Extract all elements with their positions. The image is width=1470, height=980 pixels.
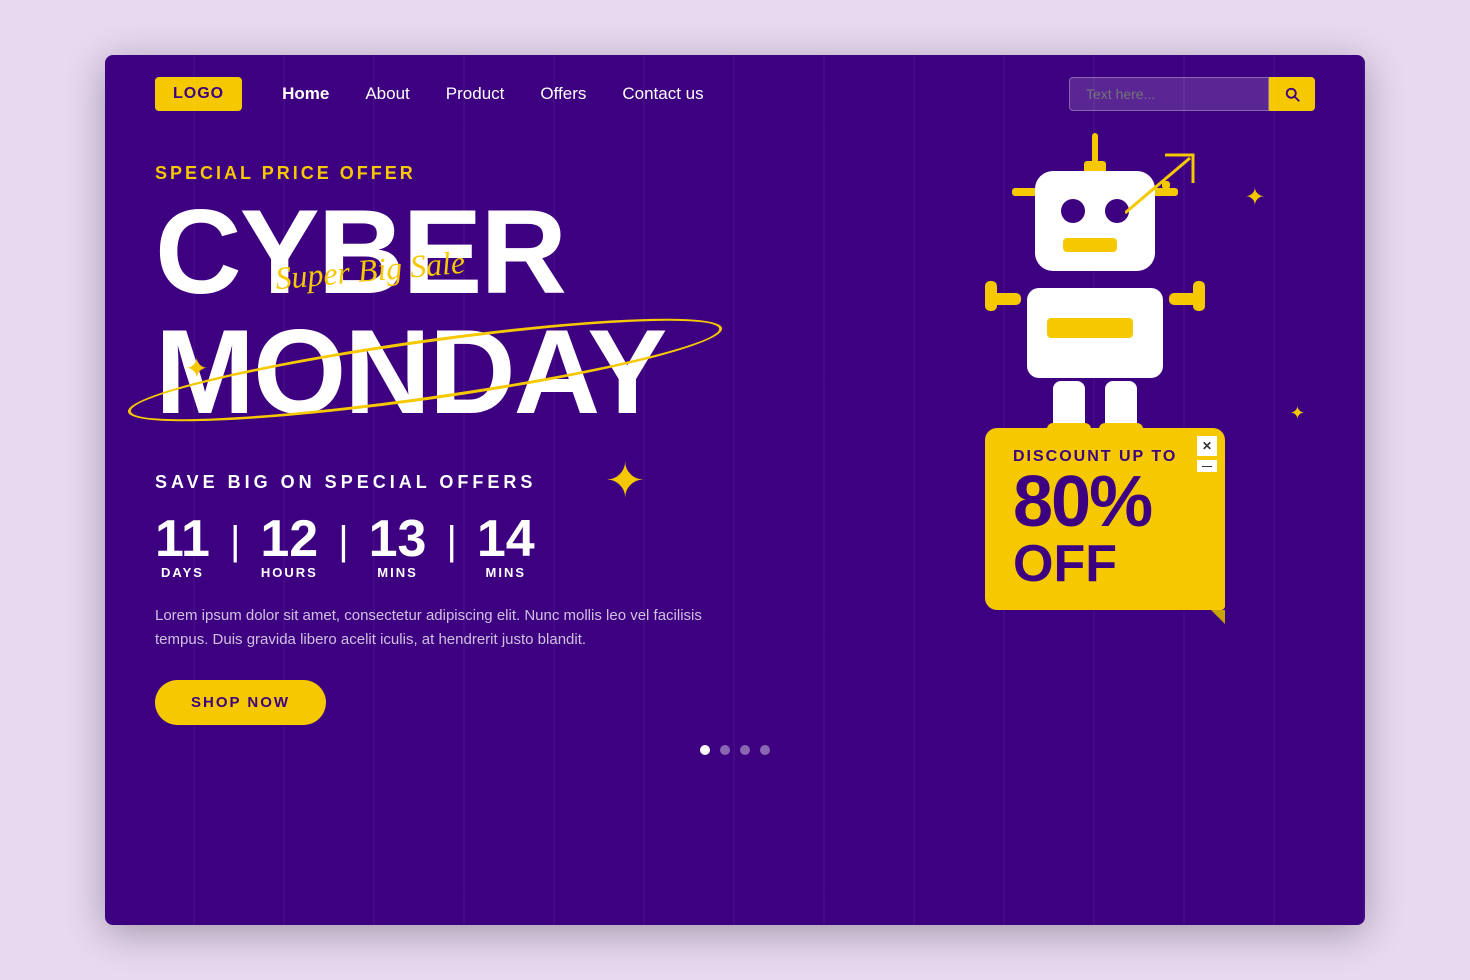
divider3: | <box>446 519 456 574</box>
nav-links: Home About Product Offers Contact us <box>282 84 1069 104</box>
hours-number: 12 <box>260 513 318 565</box>
countdown-mins1: 13 MINS <box>349 513 447 580</box>
cyber-text: CYBER <box>155 192 895 312</box>
monday-text: MONDAY <box>155 312 895 432</box>
divider2: | <box>338 519 348 574</box>
sparkle-icon-2: ✦ <box>1290 403 1305 424</box>
days-label: DAYS <box>161 565 204 580</box>
lorem-description: Lorem ipsum dolor sit amet, consectetur … <box>155 604 715 652</box>
mins2-label: MINS <box>486 565 527 580</box>
nav-about[interactable]: About <box>365 84 409 103</box>
star-decoration: ✦ <box>605 453 645 509</box>
hours-label: HOURS <box>261 565 318 580</box>
orbit-star: ✦ <box>185 355 208 383</box>
main-title: CYBER Super Big Sale MONDAY ✦ <box>155 192 895 432</box>
dot-2[interactable] <box>720 745 730 755</box>
dots-pagination <box>105 725 1365 770</box>
discount-off: OFF <box>1013 538 1197 590</box>
hero-left: SPECIAL PRICE OFFER CYBER Super Big Sale… <box>155 153 895 725</box>
nav-product[interactable]: Product <box>446 84 505 103</box>
nav-contact[interactable]: Contact us <box>622 84 703 103</box>
sparkle-icon-1: ✦ <box>1245 183 1265 212</box>
nav-offers[interactable]: Offers <box>540 84 586 103</box>
discount-card: ✕ — DISCOUNT UP TO 80% OFF <box>985 428 1225 610</box>
hero-right: ✦ ✦ <box>895 153 1315 610</box>
page-wrapper: LOGO Home About Product Offers Contact u… <box>105 55 1365 925</box>
mins1-number: 13 <box>369 513 427 565</box>
divider1: | <box>230 519 240 574</box>
days-number: 11 <box>155 513 210 565</box>
mins2-number: 14 <box>477 513 535 565</box>
search-icon <box>1283 85 1301 103</box>
dot-4[interactable] <box>760 745 770 755</box>
countdown-mins2: 14 MINS <box>457 513 555 580</box>
logo[interactable]: LOGO <box>155 77 242 111</box>
countdown-hours: 12 HOURS <box>240 513 338 580</box>
dot-3[interactable] <box>740 745 750 755</box>
arrow-decoration <box>1125 153 1205 235</box>
search-bar <box>1069 77 1315 111</box>
mins1-label: MINS <box>377 565 418 580</box>
hero-section: SPECIAL PRICE OFFER CYBER Super Big Sale… <box>105 133 1365 725</box>
countdown: 11 DAYS | 12 HOURS | 13 MINS | 14 MINS <box>155 513 895 580</box>
dot-1[interactable] <box>700 745 710 755</box>
close-button[interactable]: ✕ <box>1197 436 1217 456</box>
special-offer-label: SPECIAL PRICE OFFER <box>155 163 895 184</box>
nav-home[interactable]: Home <box>282 84 329 103</box>
minimize-button[interactable]: — <box>1197 460 1217 472</box>
search-button[interactable] <box>1269 77 1315 111</box>
shop-now-button[interactable]: SHOP NOW <box>155 680 326 725</box>
save-big-label: SAVE BIG ON SPECIAL OFFERS <box>155 472 895 493</box>
countdown-days: 11 DAYS <box>155 513 230 580</box>
search-input[interactable] <box>1069 77 1269 111</box>
discount-percent: 80% <box>1013 466 1197 538</box>
navbar: LOGO Home About Product Offers Contact u… <box>105 55 1365 133</box>
